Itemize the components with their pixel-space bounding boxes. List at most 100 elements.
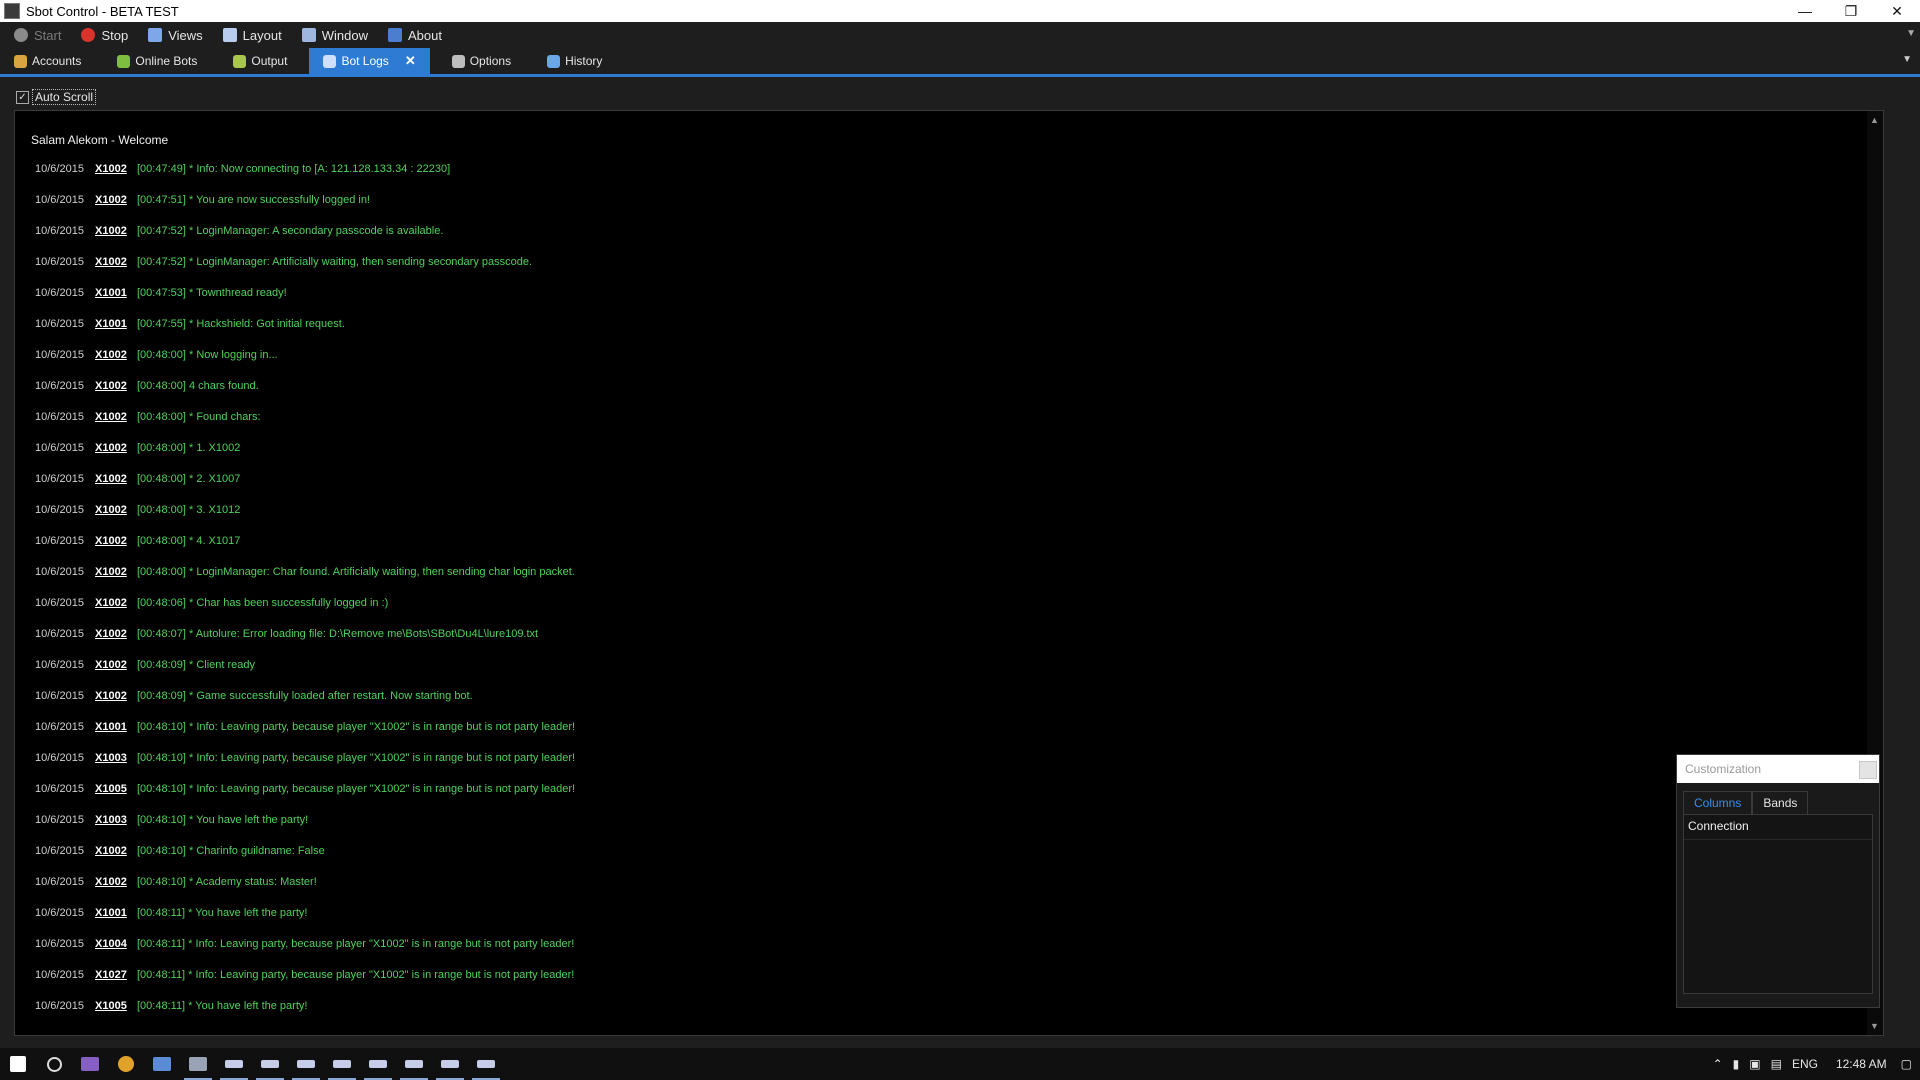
- log-bot-link[interactable]: X1002: [95, 597, 137, 609]
- log-bot-link[interactable]: X1005: [95, 783, 137, 795]
- chrome-icon[interactable]: [108, 1048, 144, 1080]
- close-icon[interactable]: ✕: [1874, 0, 1920, 22]
- log-bot-link[interactable]: X1001: [95, 907, 137, 919]
- log-bot-link[interactable]: X1002: [95, 163, 137, 175]
- customization-tab-bands[interactable]: Bands: [1752, 791, 1809, 814]
- sbot-window-6-icon[interactable]: [396, 1048, 432, 1080]
- visual-studio-icon-glyph: [81, 1057, 99, 1071]
- tab-accounts[interactable]: Accounts: [0, 48, 95, 74]
- show-hidden-icons-icon[interactable]: ⌃: [1713, 1057, 1723, 1071]
- log-bot-link[interactable]: X1027: [95, 969, 137, 981]
- log-bot-link[interactable]: X1002: [95, 473, 137, 485]
- notifications-icon[interactable]: ▢: [1901, 1057, 1912, 1071]
- log-bot-link[interactable]: X1002: [95, 225, 137, 237]
- log-row: 10/6/2015 X1005 [00:48:11] * You have left…: [35, 990, 575, 1021]
- system-clock[interactable]: 12:48 AM: [1836, 1057, 1887, 1071]
- tab-bot-logs[interactable]: Bot Logs ✕: [309, 48, 430, 74]
- log-date: 10/6/2015: [35, 968, 84, 981]
- tab-options[interactable]: Options: [438, 48, 525, 74]
- sbot-window-7-icon[interactable]: [432, 1048, 468, 1080]
- log-bot-link[interactable]: X1003: [95, 752, 137, 764]
- log-bot-link[interactable]: X1002: [95, 876, 137, 888]
- auto-scroll-toggle[interactable]: ✓ Auto Scroll: [16, 88, 97, 106]
- sbot-window-5-icon[interactable]: [360, 1048, 396, 1080]
- tab-history[interactable]: History: [533, 48, 616, 74]
- customization-tab-columns[interactable]: Columns: [1683, 791, 1753, 814]
- log-bot-link[interactable]: X1001: [95, 287, 137, 299]
- log-bot-link[interactable]: X1002: [95, 628, 137, 640]
- log-date: 10/6/2015: [35, 751, 84, 764]
- customization-close-button[interactable]: [1859, 761, 1877, 779]
- log-row: 10/6/2015 X1001 [00:47:55] * Hackshield: G…: [35, 308, 575, 339]
- tab-online-bots[interactable]: Online Bots: [103, 48, 211, 74]
- search-icon[interactable]: [36, 1048, 72, 1080]
- log-bot-link[interactable]: X1002: [95, 256, 137, 268]
- menu-about[interactable]: About: [387, 28, 442, 43]
- log-message: [00:48:07] * Autolure: Error loading fil…: [137, 627, 539, 640]
- layout-icon: [222, 28, 237, 42]
- menu-layout[interactable]: Layout: [222, 28, 282, 43]
- log-row: 10/6/2015 X1002 [00:48:10] * Academy statu…: [35, 866, 575, 897]
- input-language[interactable]: ENG: [1792, 1057, 1818, 1071]
- sbot-window-4-icon[interactable]: [324, 1048, 360, 1080]
- log-row: 10/6/2015 X1002 [00:48:06] * Char has been…: [35, 587, 575, 618]
- network-icon[interactable]: ▣: [1749, 1057, 1760, 1071]
- customization-column-list[interactable]: Connection: [1683, 814, 1873, 994]
- log-date: 10/6/2015: [35, 193, 84, 206]
- log-message: [00:48:06] * Char has been successfully …: [137, 596, 389, 609]
- log-date: 10/6/2015: [35, 348, 84, 361]
- log-bot-link[interactable]: X1002: [95, 566, 137, 578]
- tab-bot-logs-label: Bot Logs: [341, 54, 389, 68]
- menu-window[interactable]: Window: [301, 28, 368, 43]
- scroll-up-icon[interactable]: ▲: [1870, 115, 1879, 125]
- tab-list-dropdown-icon[interactable]: ▼: [1902, 54, 1912, 65]
- log-bot-link[interactable]: X1002: [95, 690, 137, 702]
- log-bot-link[interactable]: X1002: [95, 659, 137, 671]
- log-bot-link[interactable]: X1002: [95, 442, 137, 454]
- log-bot-link[interactable]: X1005: [95, 1000, 137, 1012]
- scroll-down-icon[interactable]: ▼: [1870, 1021, 1879, 1031]
- log-bot-link[interactable]: X1002: [95, 504, 137, 516]
- action-center-icon[interactable]: ▤: [1771, 1057, 1782, 1071]
- log-bot-link[interactable]: X1002: [95, 845, 137, 857]
- visual-studio-icon[interactable]: [72, 1048, 108, 1080]
- menu-stop[interactable]: Stop: [81, 28, 128, 43]
- log-bot-link[interactable]: X1003: [95, 814, 137, 826]
- sbot-window-7-icon-glyph: [441, 1060, 459, 1068]
- log-row: 10/6/2015 X1002 [00:48:00] * Now logging i…: [35, 339, 575, 370]
- views-icon: [148, 28, 163, 42]
- log-bot-link[interactable]: X1004: [95, 938, 137, 950]
- battery-icon[interactable]: ▮: [1733, 1057, 1740, 1071]
- log-bot-link[interactable]: X1002: [95, 194, 137, 206]
- sbot-icon[interactable]: [180, 1048, 216, 1080]
- sbot-window-3-icon[interactable]: [288, 1048, 324, 1080]
- log-message: [00:47:49] * Info: Now connecting to [A:…: [137, 162, 451, 175]
- menu-overflow-icon[interactable]: ▼: [1906, 28, 1916, 39]
- log-message: [00:48:00] * 4. X1017: [137, 534, 241, 547]
- tab-output[interactable]: Output: [219, 48, 301, 74]
- auto-scroll-checkbox[interactable]: ✓: [16, 90, 29, 104]
- log-bot-link[interactable]: X1002: [95, 349, 137, 361]
- customization-column-item[interactable]: Connection: [1684, 815, 1872, 840]
- minimize-icon[interactable]: —: [1782, 0, 1828, 22]
- log-date: 10/6/2015: [35, 813, 84, 826]
- log-bot-link[interactable]: X1001: [95, 721, 137, 733]
- log-list: 10/6/2015 X1002 [00:47:49] * Info: Now con…: [35, 153, 575, 1021]
- sbot-window-2-icon[interactable]: [252, 1048, 288, 1080]
- sbot-window-1-icon-glyph: [225, 1060, 243, 1068]
- log-message: [00:48:10] * Academy status: Master!: [137, 875, 317, 888]
- log-bot-link[interactable]: X1002: [95, 411, 137, 423]
- log-bot-link[interactable]: X1002: [95, 535, 137, 547]
- restore-icon[interactable]: ❐: [1828, 0, 1874, 22]
- log-message: [00:48:10] * Info: Leaving party, becaus…: [137, 720, 576, 733]
- menu-start[interactable]: Start: [14, 28, 61, 43]
- sbot-window-1-icon[interactable]: [216, 1048, 252, 1080]
- log-bot-link[interactable]: X1001: [95, 318, 137, 330]
- log-bot-link[interactable]: X1002: [95, 380, 137, 392]
- menu-views[interactable]: Views: [148, 28, 203, 43]
- app-icon[interactable]: [144, 1048, 180, 1080]
- sbot-window-8-icon[interactable]: [468, 1048, 504, 1080]
- windows-start-icon[interactable]: [0, 1048, 36, 1080]
- bot-log-panel[interactable]: Salam Alekom - Welcome 10/6/2015 X1002 [00…: [14, 110, 1884, 1036]
- tab-close-icon[interactable]: ✕: [405, 53, 416, 69]
